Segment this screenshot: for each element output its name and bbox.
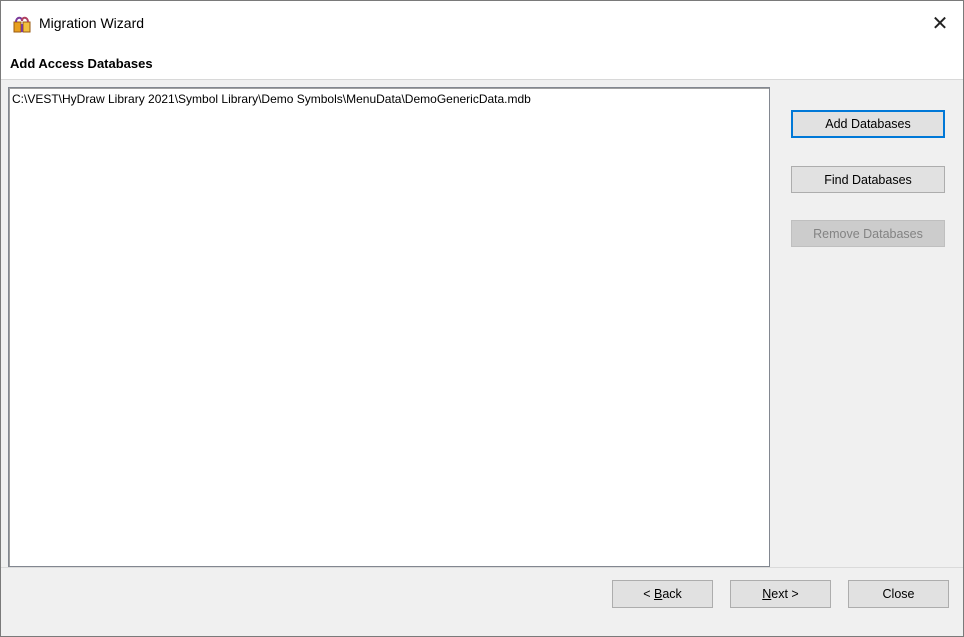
close-button[interactable]: Close <box>848 580 949 608</box>
wizard-header: Add Access Databases <box>1 45 963 80</box>
back-button[interactable]: < Back <box>612 580 713 608</box>
back-button-prefix: < <box>643 587 654 601</box>
back-button-label: ack <box>662 587 682 601</box>
back-button-mnemonic: B <box>653 587 663 601</box>
page-title: Add Access Databases <box>10 56 153 71</box>
remove-databases-button: Remove Databases <box>791 220 945 247</box>
title-bar: Migration Wizard ✕ <box>1 1 963 45</box>
window-title: Migration Wizard <box>39 15 145 31</box>
migration-wizard-window: Migration Wizard ✕ Add Access Databases … <box>0 0 964 637</box>
close-icon[interactable]: ✕ <box>917 7 963 39</box>
next-button[interactable]: Next > <box>730 580 831 608</box>
add-databases-button[interactable]: Add Databases <box>791 110 945 138</box>
footer-separator <box>1 567 963 568</box>
migration-wizard-icon <box>13 16 31 33</box>
next-button-mnemonic: N <box>762 587 772 601</box>
list-item[interactable]: C:\VEST\HyDraw Library 2021\Symbol Libra… <box>12 92 531 106</box>
find-databases-button[interactable]: Find Databases <box>791 166 945 193</box>
next-button-label: ext > <box>771 587 799 601</box>
database-listbox[interactable]: C:\VEST\HyDraw Library 2021\Symbol Libra… <box>8 87 770 567</box>
